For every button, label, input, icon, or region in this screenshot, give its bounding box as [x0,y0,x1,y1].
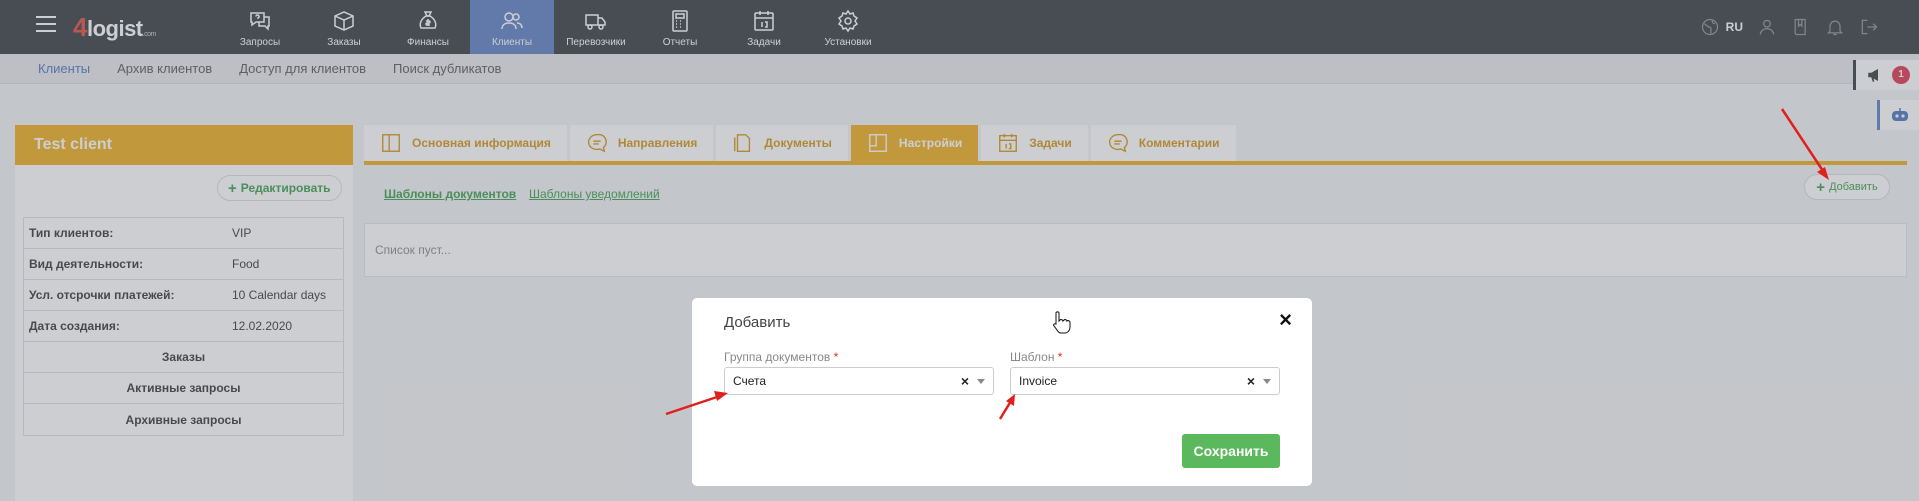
chevron-down-icon[interactable] [977,378,985,384]
document-group-label: Группа документов * [724,350,838,364]
modal-title: Добавить [724,314,791,331]
document-group-select[interactable]: Счета × [724,367,994,395]
save-button[interactable]: Сохранить [1182,434,1280,468]
template-label-text: Шаблон [1010,350,1055,364]
clear-icon[interactable]: × [1247,373,1255,389]
template-label: Шаблон * [1010,350,1062,364]
required-mark: * [1057,350,1063,364]
document-group-label-text: Группа документов [724,350,831,364]
document-group-value: Счета [733,374,767,388]
close-icon[interactable]: × [1279,309,1292,331]
required-mark: * [833,350,839,364]
clear-icon[interactable]: × [961,373,969,389]
add-template-modal: Добавить × Группа документов * Счета × Ш… [692,298,1312,486]
template-value: Invoice [1019,374,1058,388]
chevron-down-icon[interactable] [1263,378,1271,384]
template-select[interactable]: Invoice × [1010,367,1280,395]
